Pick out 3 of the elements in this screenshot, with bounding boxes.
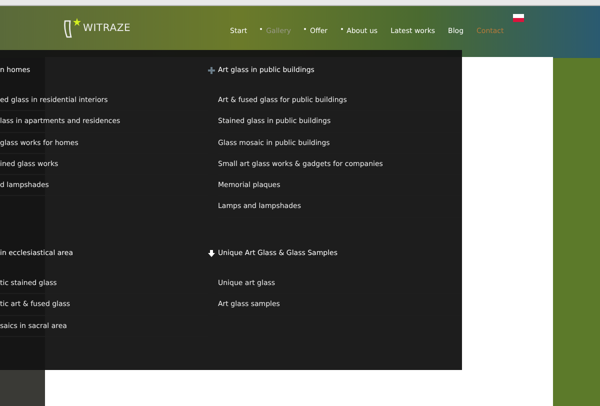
logo-icon [62,17,82,39]
flag-icon[interactable] [513,14,524,22]
logo-text[interactable]: WITRAZE [83,22,131,34]
